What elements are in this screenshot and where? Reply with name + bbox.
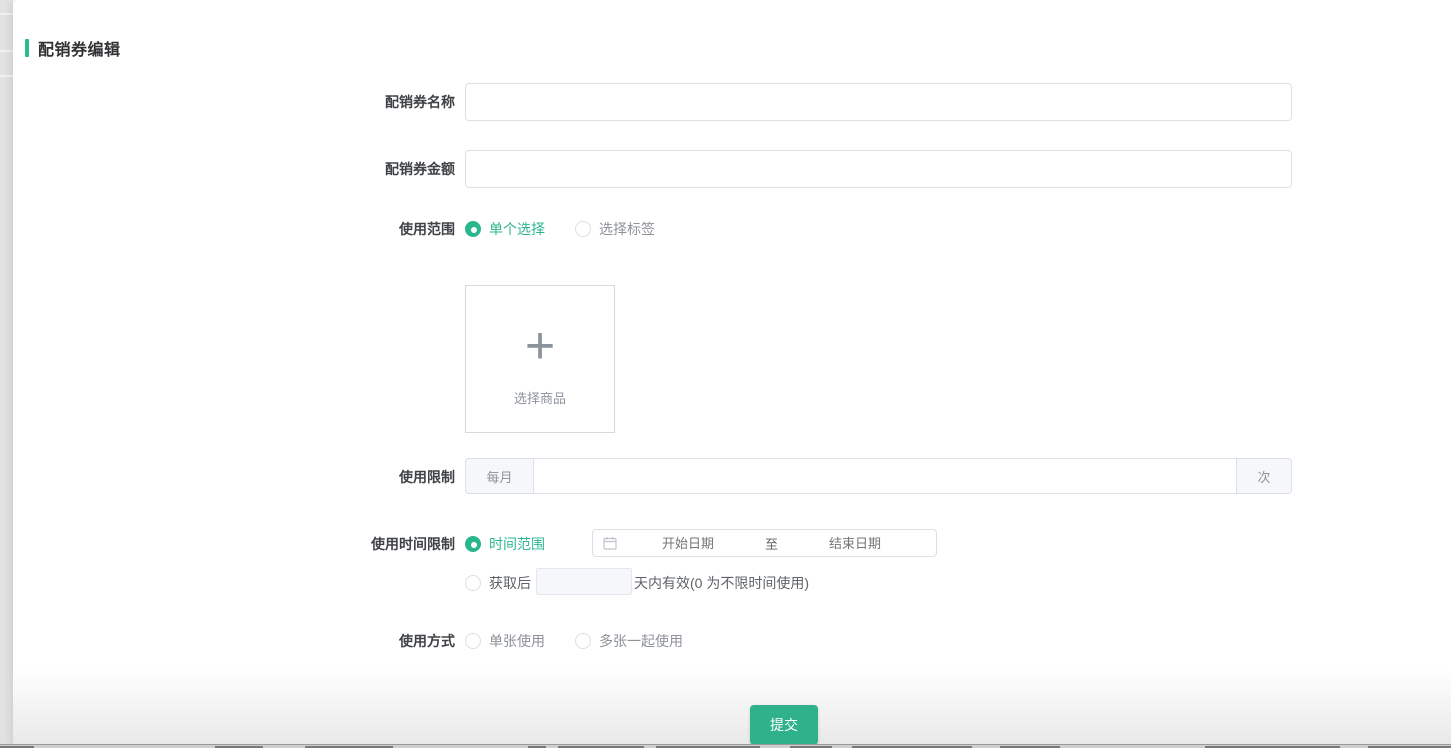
usage-method-radio-group: 单张使用 多张一起使用 [465,631,683,651]
days-valid-prefix: 获取后 [489,573,531,593]
days-valid-suffix: 天内有效(0 为不限时间使用) [634,573,809,593]
usage-method-label: 使用方式 [13,631,455,651]
footer-gradient [13,668,1451,744]
usage-scope-radio-group: 单个选择 选择标签 [465,219,655,239]
plus-icon: + [466,320,614,372]
usage-limit-append: 次 [1237,458,1292,494]
title-accent-bar [25,39,29,57]
radio-multi-use-label[interactable]: 多张一起使用 [599,631,683,651]
date-range-picker[interactable]: 至 [592,529,937,557]
coupon-edit-card: 配销券编辑 配销券名称 配销券金额 使用范围 单个选择 选择标签 + 选择商品 … [13,0,1451,748]
select-product-box[interactable]: + 选择商品 [465,285,615,433]
background-page-edge [0,0,13,748]
end-date-input[interactable] [784,536,926,551]
days-valid-input[interactable] [536,568,632,595]
radio-time-range[interactable] [465,536,481,552]
submit-button[interactable]: 提交 [750,705,818,745]
time-limit-label: 使用时间限制 [13,534,455,554]
start-date-input[interactable] [617,536,759,551]
background-divider [0,13,13,15]
background-divider [0,50,13,52]
coupon-amount-input[interactable] [465,150,1292,188]
coupon-name-label: 配销券名称 [13,92,455,112]
radio-select-tag[interactable] [575,221,591,237]
time-range-option: 时间范围 [465,534,545,554]
radio-time-range-label[interactable]: 时间范围 [489,534,545,554]
date-range-separator: 至 [759,534,784,553]
usage-limit-input[interactable] [533,458,1237,494]
background-divider [0,75,13,77]
radio-single-select[interactable] [465,221,481,237]
section-title: 配销券编辑 [25,36,121,60]
usage-limit-input-group: 每月 次 [465,458,1292,494]
radio-single-select-label[interactable]: 单个选择 [489,219,545,239]
select-product-label: 选择商品 [466,388,614,407]
radio-single-use-label[interactable]: 单张使用 [489,631,545,651]
coupon-edit-page: 配销券编辑 配销券名称 配销券金额 使用范围 单个选择 选择标签 + 选择商品 … [0,0,1451,748]
page-title: 配销券编辑 [38,36,121,60]
radio-multi-use[interactable] [575,633,591,649]
radio-days-valid[interactable] [465,575,481,591]
clipped-background-row [0,744,1451,748]
days-valid-option: 获取后 [465,573,531,593]
radio-single-use[interactable] [465,633,481,649]
usage-limit-prepend: 每月 [465,458,533,494]
usage-limit-label: 使用限制 [13,467,455,487]
coupon-amount-label: 配销券金额 [13,159,455,179]
radio-select-tag-label[interactable]: 选择标签 [599,219,655,239]
usage-scope-label: 使用范围 [13,219,455,239]
calendar-icon [603,536,617,550]
coupon-name-input[interactable] [465,83,1292,121]
